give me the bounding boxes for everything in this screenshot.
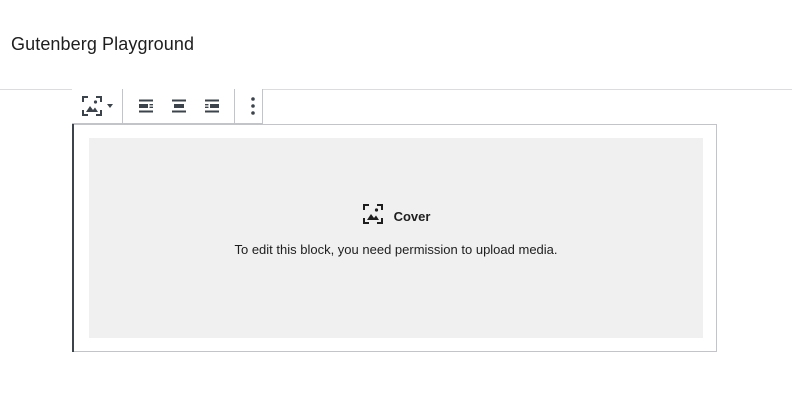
align-right-button[interactable]: [195, 89, 228, 123]
more-options-button[interactable]: [235, 89, 271, 123]
more-vertical-icon: [251, 97, 255, 115]
align-center-button[interactable]: [162, 89, 195, 123]
more-options-group: [235, 89, 271, 123]
page-title: Gutenberg Playground: [11, 34, 195, 54]
cover-block[interactable]: Cover To edit this block, you need permi…: [74, 124, 717, 352]
align-center-icon: [171, 98, 187, 114]
block-switcher-button[interactable]: [72, 89, 122, 123]
alignment-group: [123, 89, 235, 123]
placeholder-title: Cover: [393, 209, 431, 224]
placeholder-instructions: To edit this block, you need permission …: [234, 242, 558, 257]
cover-placeholder: Cover To edit this block, you need permi…: [89, 138, 703, 338]
align-left-icon: [138, 98, 154, 114]
app-header: Gutenberg Playground: [0, 0, 792, 90]
placeholder-label: Cover: [89, 203, 703, 230]
cover-image-icon: [362, 203, 384, 230]
block-toolbar: [72, 89, 263, 124]
align-right-icon: [204, 98, 220, 114]
cover-image-icon: [81, 95, 103, 117]
align-left-button[interactable]: [129, 89, 162, 123]
caret-down-icon: [107, 104, 113, 108]
block-switcher-group: [72, 89, 123, 123]
